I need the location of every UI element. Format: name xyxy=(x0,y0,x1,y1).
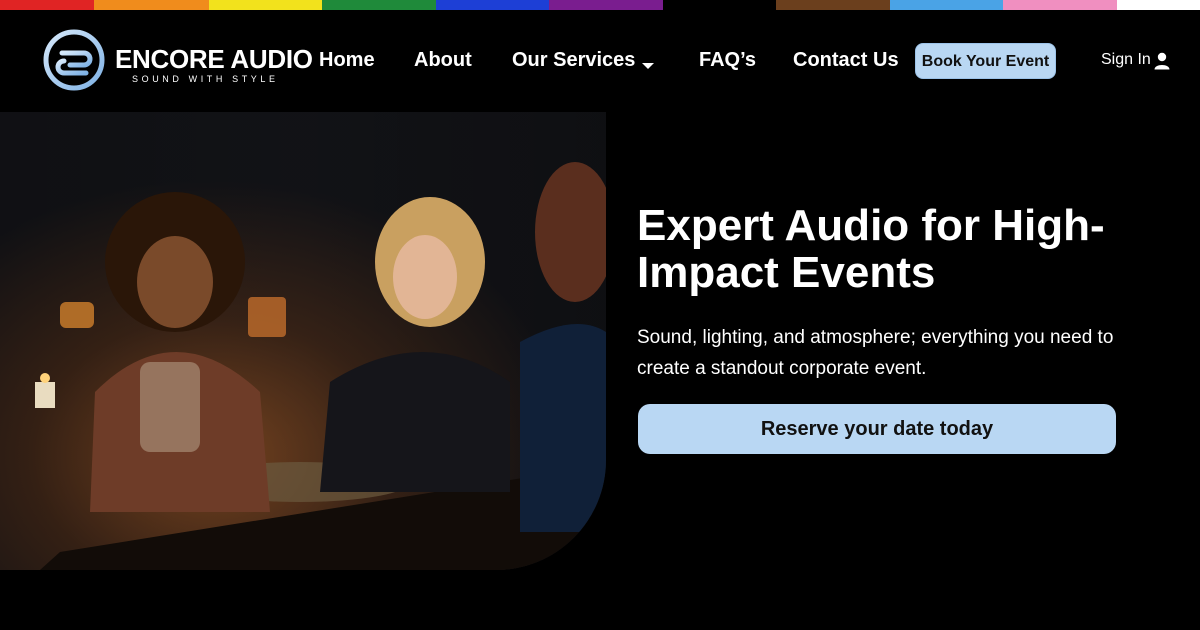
brand-logo[interactable]: ENCORE AUDIO SOUND WITH STYLE xyxy=(42,28,313,94)
hero-title: Expert Audio for High-Impact Events xyxy=(637,201,1105,297)
rainbow-segment xyxy=(663,0,776,10)
site-header: ENCORE AUDIO SOUND WITH STYLE Home About… xyxy=(0,10,1200,112)
rainbow-segment xyxy=(94,0,209,10)
nav-our-services[interactable]: Our Services xyxy=(512,49,635,72)
caret-down-icon[interactable] xyxy=(641,58,655,76)
rainbow-segment xyxy=(322,0,436,10)
brand-tagline: SOUND WITH STYLE xyxy=(132,74,279,84)
sign-in-link[interactable]: Sign In xyxy=(1101,51,1151,69)
rainbow-segment xyxy=(436,0,549,10)
rainbow-segment xyxy=(776,0,890,10)
rainbow-segment xyxy=(1003,0,1117,10)
reserve-date-button[interactable]: Reserve your date today xyxy=(638,404,1116,454)
rainbow-segment xyxy=(890,0,1003,10)
user-icon[interactable] xyxy=(1154,52,1170,75)
rainbow-strip xyxy=(0,0,1200,10)
brand-name: ENCORE AUDIO xyxy=(115,44,313,74)
nav-contact-us[interactable]: Contact Us xyxy=(793,49,899,72)
nav-faqs[interactable]: FAQ’s xyxy=(699,49,756,72)
ea-monogram-icon xyxy=(43,29,105,91)
rainbow-segment xyxy=(0,0,94,10)
rainbow-segment xyxy=(1117,0,1200,10)
hero-image xyxy=(0,112,606,570)
rainbow-segment xyxy=(209,0,322,10)
nav-home[interactable]: Home xyxy=(319,49,375,72)
hero-subtitle: Sound, lighting, and atmosphere; everyth… xyxy=(637,327,1114,379)
rainbow-segment xyxy=(549,0,663,10)
nav-about[interactable]: About xyxy=(414,49,472,72)
book-your-event-button[interactable]: Book Your Event xyxy=(915,43,1056,79)
